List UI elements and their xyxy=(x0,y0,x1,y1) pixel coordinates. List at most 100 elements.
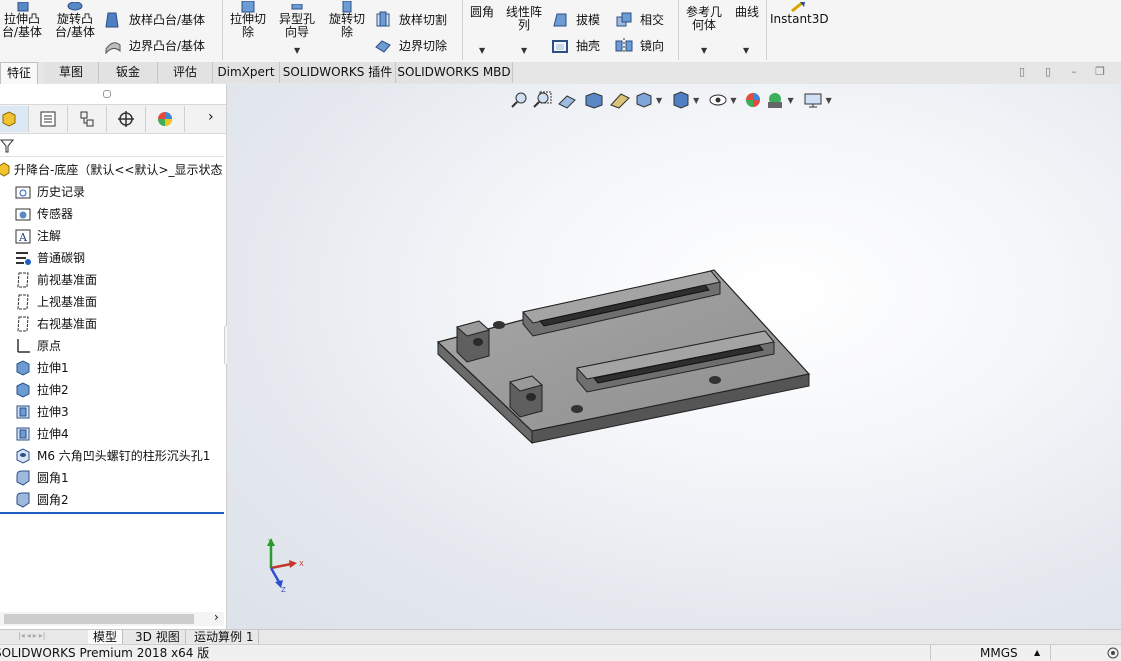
ribbon-separator xyxy=(462,0,463,60)
tab-solidworks-addins[interactable]: SOLIDWORKS 插件 xyxy=(280,62,396,83)
boundary-boss-icon xyxy=(105,42,121,55)
revolve-cut-button[interactable]: 旋转切 除 xyxy=(324,0,370,39)
tree-item[interactable]: 普通碳钢 xyxy=(14,248,85,268)
tree-item[interactable]: 圆角2 xyxy=(14,490,69,510)
tree-item[interactable]: 拉伸4 xyxy=(14,424,69,444)
loft-cut-label: 放样切割 xyxy=(399,12,448,27)
tree-item[interactable]: A 注解 xyxy=(14,226,61,246)
tree-item-label: 拉伸3 xyxy=(37,405,69,419)
loft-cut-button[interactable]: 放样切割 xyxy=(374,11,464,29)
reference-geometry-dropdown-icon[interactable]: ▼ xyxy=(701,44,707,57)
tab-motion-study[interactable]: 运动算例 1 xyxy=(189,630,260,644)
draft-label: 拔模 xyxy=(576,12,601,27)
tab-evaluate[interactable]: 评估 xyxy=(158,62,213,83)
tab-sheet-metal[interactable]: 钣金 xyxy=(99,62,158,83)
extrude-cut-button[interactable]: 拉伸切 除 xyxy=(226,0,270,39)
revolve-boss-button[interactable]: 旋转凸 台/基体 xyxy=(52,0,98,39)
configuration-manager-tab[interactable] xyxy=(68,106,107,132)
tree-item-label: 右视基准面 xyxy=(37,317,98,331)
part-model[interactable] xyxy=(227,84,1121,630)
panel-tabs-scroll-right-icon[interactable]: › xyxy=(208,109,214,125)
extrude-boss-button[interactable]: 拉伸凸 台/基体 xyxy=(0,0,44,39)
scroll-last-icon[interactable]: ▸| xyxy=(39,631,46,643)
curves-dropdown-icon[interactable]: ▼ xyxy=(743,44,749,57)
fillet-button[interactable]: 圆角 ▼ xyxy=(466,5,498,56)
tree-item[interactable]: 原点 xyxy=(14,336,61,356)
boundary-cut-button[interactable]: 边界切除 xyxy=(374,37,464,55)
units-dropdown-icon[interactable]: ▲ xyxy=(1034,645,1040,660)
panel-splitter-handle[interactable] xyxy=(103,90,111,98)
restore-icon[interactable]: ❐ xyxy=(1094,66,1106,78)
scroll-right-icon[interactable]: › xyxy=(214,610,219,624)
hole-wizard-button[interactable]: 异型孔 向导 ▼ xyxy=(274,0,320,55)
tab-features[interactable]: 特征 xyxy=(0,62,38,84)
tree-item-label: 拉伸2 xyxy=(37,383,69,397)
tree-item[interactable]: 右视基准面 xyxy=(14,314,97,334)
tab-label: SOLIDWORKS 插件 xyxy=(282,65,393,79)
tab-3d-views[interactable]: 3D 视图 xyxy=(130,630,186,644)
loft-boss-button[interactable]: 放样凸台/基体 xyxy=(104,11,216,29)
graphics-area[interactable]: ▼ ▼ ▼ ▼ ▼ Y X Z xyxy=(227,84,1121,630)
customize-icon[interactable] xyxy=(1106,646,1120,659)
curves-button[interactable]: 曲线 ▼ xyxy=(730,6,764,56)
fillet-dropdown-icon[interactable]: ▼ xyxy=(479,44,485,57)
property-manager-tab[interactable] xyxy=(29,106,68,132)
minimize-icon[interactable]: – xyxy=(1068,66,1080,78)
tab-dimxpert[interactable]: DimXpert xyxy=(213,62,280,83)
boundary-cut-icon xyxy=(375,40,391,53)
intersect-button[interactable]: 相交 xyxy=(615,11,675,29)
status-separator xyxy=(930,645,931,660)
boundary-boss-button[interactable]: 边界凸台/基体 xyxy=(104,37,216,55)
tree-item[interactable]: 拉伸2 xyxy=(14,380,69,400)
tile-left-icon[interactable]: ▯ xyxy=(1016,66,1028,78)
mirror-button[interactable]: 镜向 xyxy=(615,37,675,55)
shell-button[interactable]: 抽壳 xyxy=(551,37,611,55)
display-manager-tab[interactable] xyxy=(146,106,185,132)
linear-pattern-dropdown-icon[interactable]: ▼ xyxy=(521,44,527,57)
ribbon-separator xyxy=(678,0,679,60)
tree-item-label: 传感器 xyxy=(37,207,74,221)
hole-wizard-icon xyxy=(291,3,303,9)
tree-item-label: 圆角2 xyxy=(37,493,69,507)
tree-item[interactable]: 上视基准面 xyxy=(14,292,97,312)
tree-root-part[interactable]: 升降台-底座（默认<<默认>_显示状态 xyxy=(0,160,223,180)
annotation-icon: A xyxy=(14,227,32,245)
scroll-prev-icon[interactable]: ◂ xyxy=(27,631,31,643)
linear-pattern-button[interactable]: 线性阵 列 ▼ xyxy=(502,0,546,56)
filter-icon[interactable] xyxy=(0,138,14,154)
tile-right-icon[interactable]: ▯ xyxy=(1042,66,1054,78)
tab-solidworks-mbd[interactable]: SOLIDWORKS MBD xyxy=(396,62,513,83)
scrollbar-thumb[interactable] xyxy=(4,614,194,624)
draft-button[interactable]: 拔模 xyxy=(551,11,611,29)
property-manager-icon xyxy=(40,111,56,127)
tree-item-label: M6 六角凹头螺钉的柱形沉头孔1 xyxy=(37,449,211,463)
tree-item[interactable]: 前视基准面 xyxy=(14,270,97,290)
instant3d-button[interactable]: Instant3D xyxy=(770,0,829,26)
model-view-tabs: |◂ ◂ ▸ ▸| 模型 3D 视图 运动算例 1 xyxy=(0,629,1121,645)
hole-wizard-dropdown-icon[interactable]: ▼ xyxy=(294,44,300,57)
tree-item[interactable]: 拉伸3 xyxy=(14,402,69,422)
plane-icon xyxy=(14,293,32,311)
extrude-boss-icon xyxy=(17,1,29,11)
tab-sketch[interactable]: 草图 xyxy=(44,62,99,83)
scroll-first-icon[interactable]: |◂ xyxy=(18,631,25,643)
tree-item[interactable]: 传感器 xyxy=(14,204,73,224)
horizontal-scrollbar[interactable]: › xyxy=(0,610,224,626)
hole-wizard-label: 异型孔 向导 xyxy=(278,12,315,39)
tree-item[interactable]: 拉伸1 xyxy=(14,358,69,378)
tree-item[interactable]: 圆角1 xyxy=(14,468,69,488)
tab-label: 3D 视图 xyxy=(135,630,180,644)
reference-geometry-button[interactable]: 参考几 何体 ▼ xyxy=(682,6,726,56)
material-icon xyxy=(14,249,32,267)
fillet-icon xyxy=(14,469,32,487)
rollback-bar[interactable] xyxy=(0,512,224,514)
feature-manager-tab[interactable] xyxy=(0,106,29,132)
extrude-boss-label: 拉伸凸 台/基体 xyxy=(1,12,43,39)
scroll-next-icon[interactable]: ▸ xyxy=(33,631,37,643)
fillet-label: 圆角 xyxy=(469,5,494,19)
tab-model[interactable]: 模型 xyxy=(88,630,124,644)
tree-item[interactable]: M6 六角凹头螺钉的柱形沉头孔1 xyxy=(14,446,210,466)
tree-item[interactable]: 历史记录 xyxy=(14,182,85,202)
dimxpert-manager-tab[interactable] xyxy=(107,106,146,132)
shell-label: 抽壳 xyxy=(576,38,601,53)
